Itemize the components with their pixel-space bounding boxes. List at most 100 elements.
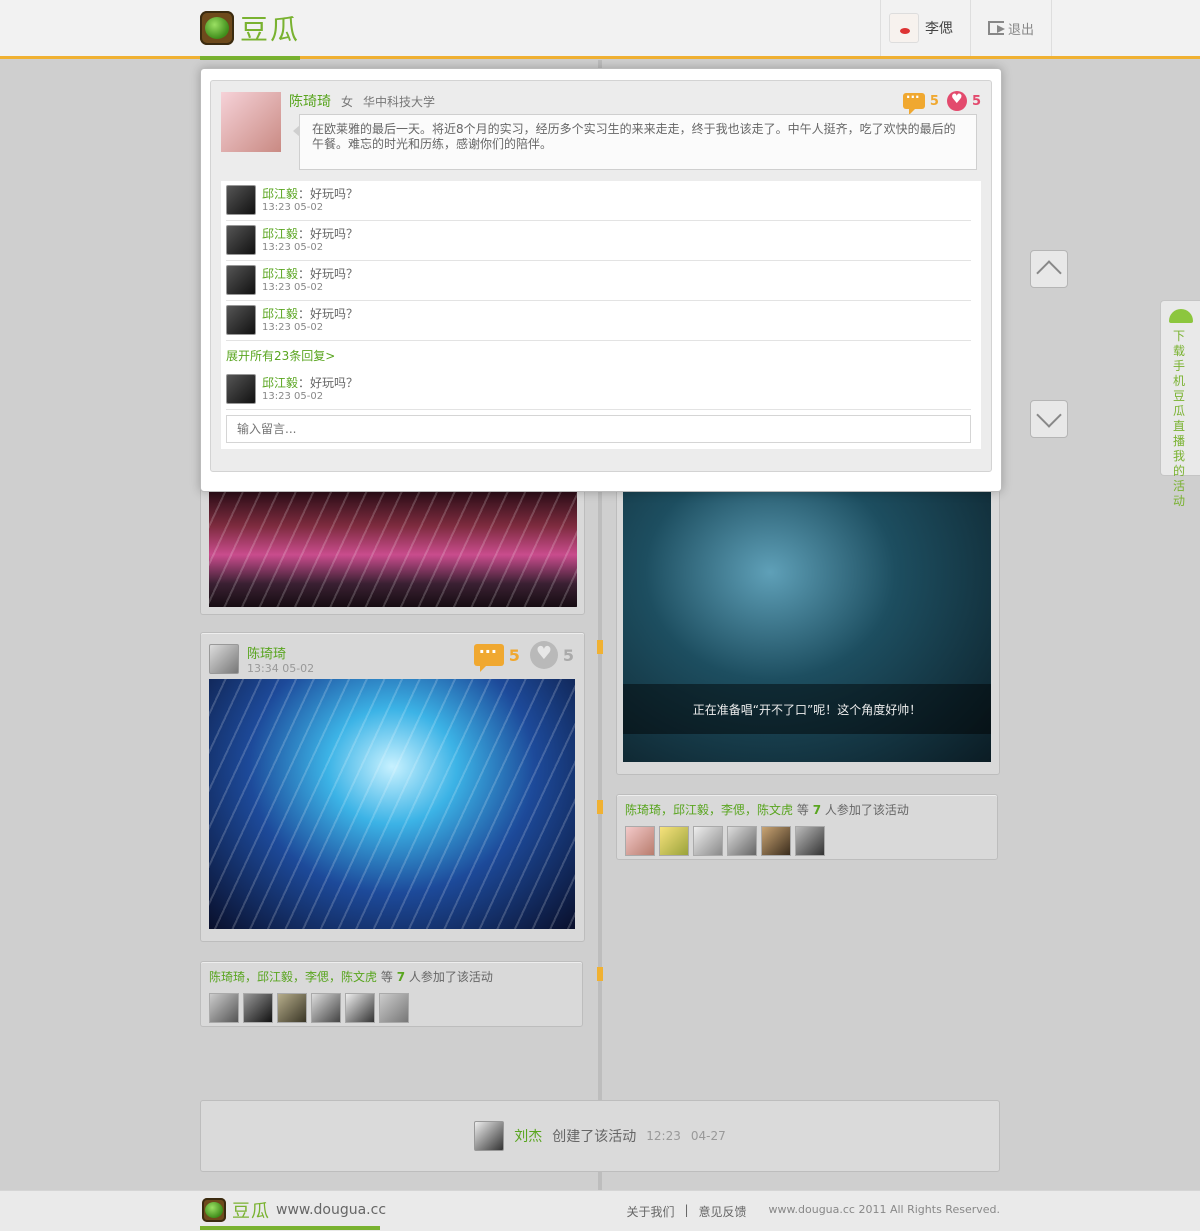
reply-text: 好玩吗？	[310, 227, 359, 241]
post-time: 13:34 05-02	[247, 662, 315, 675]
reply-time: 13:23 05-02	[262, 282, 324, 293]
post-author: 陈琦琦 13:34 05-02	[209, 643, 314, 675]
message-input[interactable]	[226, 415, 971, 443]
chevron-up-icon	[1036, 260, 1062, 286]
comment-icon	[473, 642, 504, 672]
reply-author[interactable]: 邱江毅	[262, 227, 298, 241]
like-count[interactable]: 5	[946, 91, 981, 111]
download-app-tab[interactable]: 下载手机豆瓜直播我的活动	[1160, 300, 1200, 508]
avatar[interactable]	[795, 826, 825, 856]
copyright: www.dougua.cc 2011 All Rights Reserved.	[768, 1203, 1000, 1216]
reply-author[interactable]: 邱江毅	[262, 187, 298, 201]
singer-photo[interactable]: 正在准备唱“开不了口”呢！这个角度好帅！	[623, 491, 991, 762]
reply-time: 13:23 05-02	[262, 202, 324, 213]
reply-item: 邱江毅：好玩吗？ 13:23 05-02	[226, 221, 971, 261]
melon-logo-icon	[200, 11, 234, 45]
site-logo[interactable]: 豆瓜	[200, 10, 300, 46]
participants-card: 陈琦琦，邱江毅，李偲，陈文虎 等 7 人参加了该活动	[200, 961, 583, 1027]
avatar[interactable]	[625, 826, 655, 856]
concert-photo[interactable]	[209, 491, 577, 607]
avatar[interactable]	[345, 993, 375, 1023]
heart-icon	[946, 91, 967, 111]
like-count-value: 5	[562, 645, 574, 665]
reply-author[interactable]: 邱江毅	[262, 307, 298, 321]
reply-list: 邱江毅：好玩吗？ 13:23 05-02 邱江毅：好玩吗？ 13:23 05-0…	[221, 181, 981, 449]
participants-line: 陈琦琦，邱江毅，李偲，陈文虎 等 7 人参加了该活动	[625, 801, 989, 818]
avatar[interactable]	[209, 993, 239, 1023]
participant-names[interactable]: 陈琦琦，邱江毅，李偲，陈文虎	[625, 803, 793, 817]
avatar[interactable]	[277, 993, 307, 1023]
author-school: 华中科技大学	[363, 95, 436, 109]
participants-line: 陈琦琦，邱江毅，李偲，陈文虎 等 7 人参加了该活动	[209, 968, 574, 985]
comment-count-value: 5	[508, 645, 520, 665]
footer-divider: |	[684, 1203, 689, 1217]
user-name: 李偲	[925, 21, 953, 37]
timeline-marker	[597, 640, 603, 654]
author-name[interactable]: 陈琦琦	[247, 643, 314, 662]
avatar[interactable]	[226, 225, 256, 255]
comment-count[interactable]: 5	[473, 641, 520, 672]
participants-mid: 等	[796, 803, 809, 817]
reply-text: 好玩吗？	[310, 267, 359, 281]
scroll-up-button[interactable]	[1030, 250, 1068, 288]
expand-replies-link[interactable]: 展开所有23条回复>	[226, 347, 335, 364]
reply-text: 好玩吗？	[310, 376, 359, 390]
activity-created-card: 刘杰 创建了该活动 12:23 04-27	[200, 1100, 1000, 1172]
avatar[interactable]	[226, 265, 256, 295]
photo-card: 正在准备唱“开不了口”呢！这个角度好帅！	[616, 470, 1000, 775]
post-counts: 5 5	[473, 641, 574, 672]
participants-count: 7	[396, 970, 406, 984]
avatar[interactable]	[727, 826, 757, 856]
participant-avatars	[625, 826, 989, 856]
reply-separator: ：	[298, 227, 311, 241]
avatar[interactable]	[379, 993, 409, 1023]
avatar[interactable]	[693, 826, 723, 856]
participants-mid: 等	[380, 970, 393, 984]
feedback-link[interactable]: 意见反馈	[699, 1203, 747, 1220]
post-card: 陈琦琦 13:34 05-02 5 5	[200, 632, 585, 942]
post-counts: 5 5	[902, 90, 981, 115]
avatar[interactable]	[474, 1121, 505, 1151]
avatar[interactable]	[221, 92, 281, 152]
reply-text: 好玩吗？	[310, 307, 359, 321]
avatar[interactable]	[226, 305, 256, 335]
reply-item: 邱江毅：好玩吗？ 13:23 05-02	[226, 301, 971, 341]
reply-separator: ：	[298, 376, 311, 390]
author-name[interactable]: 陈琦琦	[289, 91, 331, 111]
participants-count: 7	[812, 803, 822, 817]
avatar[interactable]	[226, 374, 256, 404]
avatar[interactable]	[311, 993, 341, 1023]
avatar[interactable]	[226, 185, 256, 215]
logout-button[interactable]: 退出	[970, 0, 1052, 56]
avatar[interactable]	[659, 826, 689, 856]
logout-icon	[987, 21, 1005, 35]
creator-time: 12:23	[646, 1129, 681, 1143]
post-text: 在欧莱雅的最后一天。将近8个月的实习，经历多个实习生的来来走走，终于我也该走了。…	[293, 114, 977, 170]
avatar[interactable]	[243, 993, 273, 1023]
post-header: 陈琦琦 女 华中科技大学	[289, 91, 435, 111]
avatar[interactable]	[761, 826, 791, 856]
comment-count[interactable]: 5	[902, 90, 939, 115]
user-profile-link[interactable]: 李偲	[880, 0, 970, 56]
about-link[interactable]: 关于我们	[626, 1203, 674, 1220]
reply-author[interactable]: 邱江毅	[262, 267, 298, 281]
logo-underline	[200, 56, 300, 60]
participant-names[interactable]: 陈琦琦，邱江毅，李偲，陈文虎	[209, 970, 377, 984]
like-count-value: 5	[971, 93, 981, 109]
reply-time: 13:23 05-02	[262, 391, 324, 402]
scroll-down-button[interactable]	[1030, 400, 1068, 438]
footer-links: 关于我们 | 意见反馈 www.dougua.cc 2011 All Right…	[626, 1203, 1000, 1220]
comment-count-value: 5	[929, 93, 939, 109]
author-gender: 女	[341, 95, 354, 109]
avatar[interactable]	[209, 644, 239, 674]
footer-underline	[200, 1226, 380, 1230]
participants-card: 陈琦琦，邱江毅，李偲，陈文虎 等 7 人参加了该活动	[616, 794, 998, 860]
footer-logo[interactable]: 豆瓜 www.dougua.cc	[202, 1197, 386, 1223]
like-count[interactable]: 5	[529, 641, 574, 669]
creator-name[interactable]: 刘杰	[514, 1126, 542, 1146]
logo-text: 豆瓜	[240, 13, 301, 46]
reply-author[interactable]: 邱江毅	[262, 376, 298, 390]
melon-logo-icon	[202, 1198, 226, 1222]
chevron-down-icon	[1036, 402, 1062, 428]
stage-photo[interactable]	[209, 679, 575, 929]
